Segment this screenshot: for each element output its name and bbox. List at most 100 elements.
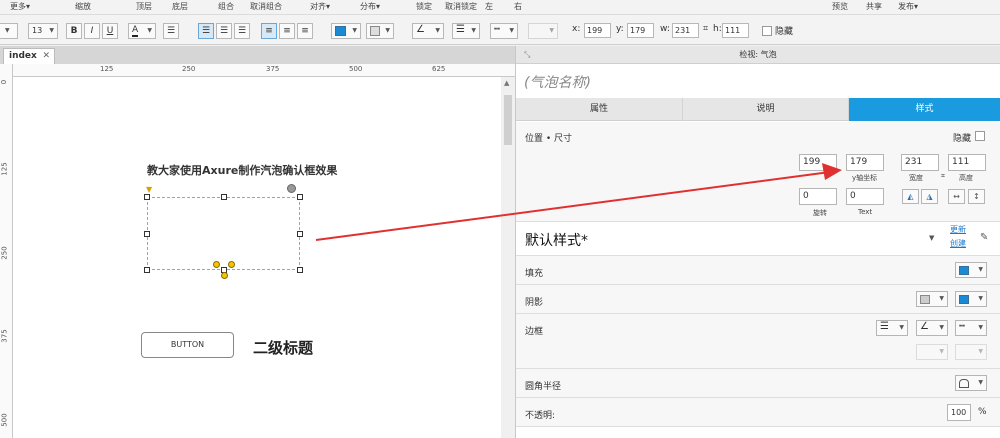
chevron-down-icon: ▼ [549,27,554,34]
italic-button[interactable]: I [84,23,100,39]
font-color-icon: A [132,25,139,37]
resize-handle[interactable] [297,267,303,273]
resize-handle[interactable] [221,194,227,200]
border-sides-dropdown[interactable]: ▼ [916,344,948,360]
button-widget[interactable]: BUTTON [141,332,234,358]
w-input[interactable]: 231 [672,23,699,38]
menu-preview[interactable]: 预览 [832,1,848,12]
edit-style-icon[interactable]: ✎ [980,232,988,243]
corner-triangle-icon[interactable]: ▼ [146,185,152,194]
resize-handle[interactable] [144,267,150,273]
line-style-dropdown[interactable]: ┅ ▼ [490,23,518,39]
resize-handle[interactable] [144,231,150,237]
tail-point-icon[interactable] [221,272,228,279]
align-left-icon[interactable]: ☰ [198,23,214,39]
canvas-heading[interactable]: 教大家使用Axure制作汽泡确认框效果 [147,162,337,178]
align-right-icon[interactable]: ☰ [234,23,250,39]
hidden-label: 隐藏 [775,27,794,37]
shadow-row: 阴影 ▼ ▼ [516,285,1000,314]
opacity-input[interactable]: 100 [947,404,971,421]
widget-name-field[interactable]: (气泡名称) [516,64,1000,98]
ruler-tick-label: 125 [100,65,114,73]
menu-zoom[interactable]: 缩放 [75,1,91,12]
menu-unlock[interactable]: 取消锁定 [445,1,477,12]
x-input[interactable]: 199 [799,154,837,171]
hidden-checkbox[interactable] [975,131,985,141]
lock-ratio-icon[interactable]: ⌗ [703,24,708,34]
default-style-label[interactable]: 默认样式* [525,230,588,250]
menu-align[interactable]: 对齐▾ [310,1,330,12]
align-bottom-icon[interactable]: ≡ [297,23,313,39]
fill-label: 填充 [525,269,544,279]
arrow-style-dropdown[interactable]: ▼ [955,344,987,360]
shadow-dropdown[interactable]: ▼ [916,291,948,307]
fit-width-icon[interactable]: ↔ [948,189,965,204]
underline-button[interactable]: U [102,23,118,39]
y-input[interactable]: 179 [627,23,654,38]
font-color-dropdown[interactable]: A ▼ [128,23,156,39]
menu-bottom[interactable]: 底层 [172,1,188,12]
menu-left[interactable]: 左 [485,1,493,12]
rotate-input[interactable]: 0 [799,188,837,205]
border-width-dropdown[interactable]: ☰ ▼ [876,320,908,336]
tail-point-icon[interactable] [213,261,220,268]
menu-group[interactable]: 组合 [218,1,234,12]
font-size-dropdown[interactable]: 13 ▼ [28,23,58,39]
y-input[interactable]: 179 [846,154,884,171]
arrow-style-dropdown[interactable]: ▼ [528,23,558,39]
close-icon[interactable]: ✕ [42,51,50,61]
x-input[interactable]: 199 [584,23,611,38]
line-width-dropdown[interactable]: ☰ ▼ [452,23,480,39]
inspector-panel: ⤡ 检视: 气泡 (气泡名称) 属性 说明 样式 位置 • 尺寸 隐藏 199 … [515,46,1000,438]
bold-button[interactable]: B [66,23,82,39]
corner-radius-dropdown[interactable]: ▼ [955,375,987,391]
tab-style[interactable]: 样式 [849,98,1000,121]
menu-distribute[interactable]: 分布▾ [360,1,380,12]
lock-ratio-icon[interactable]: ⌗ [941,172,945,181]
line-color-dropdown[interactable]: ∠ ▼ [412,23,444,39]
menu-more[interactable]: 更多▾ [10,1,30,12]
align-top-icon[interactable]: ≡ [261,23,277,39]
tab-index[interactable]: index ✕ [3,48,55,64]
align-center-icon[interactable]: ☰ [216,23,232,39]
h-input[interactable]: 111 [722,23,749,38]
shadow-dropdown[interactable]: ▼ [366,23,394,39]
bubble-shape[interactable] [147,197,300,270]
canvas-scrollbar[interactable]: ▲ [501,77,515,438]
fill-color-dropdown[interactable]: ▼ [331,23,361,39]
create-style-link[interactable]: 创建 [950,238,966,249]
shadow-color-dropdown[interactable]: ▼ [955,291,987,307]
menu-ungroup[interactable]: 取消组合 [250,1,282,12]
chevron-down-icon[interactable]: ▼ [929,234,934,242]
tab-properties[interactable]: 属性 [516,98,683,121]
update-style-link[interactable]: 更新 [950,224,966,235]
resize-handle[interactable] [297,231,303,237]
fill-color-dropdown[interactable]: ▼ [955,262,987,278]
menu-publish[interactable]: 发布▾ [898,1,918,12]
subheading-widget[interactable]: 二级标题 [253,337,313,358]
width-input[interactable]: 231 [901,154,939,171]
text-rotate-input[interactable]: 0 [846,188,884,205]
tab-notes[interactable]: 说明 [683,98,849,121]
hidden-checkbox[interactable] [762,26,772,36]
menu-share[interactable]: 共享 [866,1,882,12]
fit-height-icon[interactable]: ↕ [968,189,985,204]
flip-horizontal-icon[interactable]: ◭ [902,189,919,204]
tail-point-icon[interactable] [228,261,235,268]
flip-vertical-icon[interactable]: ◮ [921,189,938,204]
border-style-dropdown[interactable]: ┅ ▼ [955,320,987,336]
resize-handle[interactable] [297,194,303,200]
collapse-icon[interactable]: ⤡ [524,46,530,64]
bullet-list-icon[interactable]: ☰ [163,23,179,39]
scroll-up-icon[interactable]: ▲ [504,79,509,87]
resize-handle[interactable] [144,194,150,200]
height-input[interactable]: 111 [948,154,986,171]
font-family-dropdown[interactable]: ▼ [0,23,18,39]
border-color-dropdown[interactable]: ∠ ▼ [916,320,948,336]
menu-right[interactable]: 右 [514,1,522,12]
scrollbar-thumb[interactable] [504,95,512,145]
align-middle-icon[interactable]: ≡ [279,23,295,39]
menu-top[interactable]: 顶层 [136,1,152,12]
rotate-handle-icon[interactable] [287,184,296,193]
menu-lock[interactable]: 锁定 [416,1,432,12]
